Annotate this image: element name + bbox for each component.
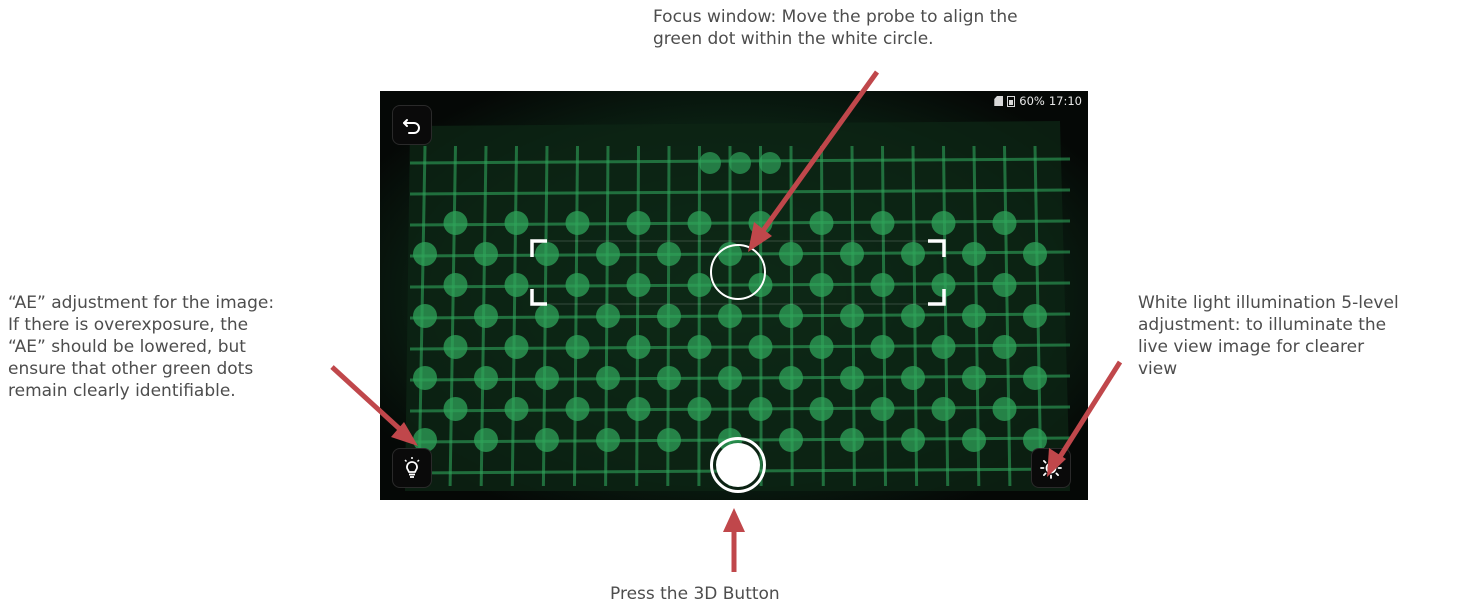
status-bar: 60% 17:10 xyxy=(994,93,1082,109)
annotation-white-light: White light illumination 5-level adjustm… xyxy=(1138,293,1399,379)
sun-icon xyxy=(1040,457,1062,479)
shutter-3d-button[interactable] xyxy=(710,437,766,493)
annotation-focus-window: Focus window: Move the probe to align th… xyxy=(653,7,1018,49)
annotation-press-3d: Press the 3D Button xyxy=(610,584,780,604)
battery-level: 60% xyxy=(1019,94,1045,108)
annotation-ae-adjustment: “AE” adjustment for the image: If there … xyxy=(8,293,275,401)
arrow-3d xyxy=(723,508,745,572)
sd-card-icon xyxy=(994,96,1004,106)
battery-icon xyxy=(1007,95,1016,107)
white-light-button[interactable] xyxy=(1031,448,1071,488)
shutter-icon xyxy=(716,443,760,487)
clock: 17:10 xyxy=(1048,94,1082,108)
ae-adjust-button[interactable] xyxy=(392,448,432,488)
back-arrow-icon xyxy=(403,119,420,134)
lightbulb-icon xyxy=(404,457,420,478)
back-button[interactable] xyxy=(392,105,432,145)
device-screen: 60% 17:10 xyxy=(380,91,1088,500)
